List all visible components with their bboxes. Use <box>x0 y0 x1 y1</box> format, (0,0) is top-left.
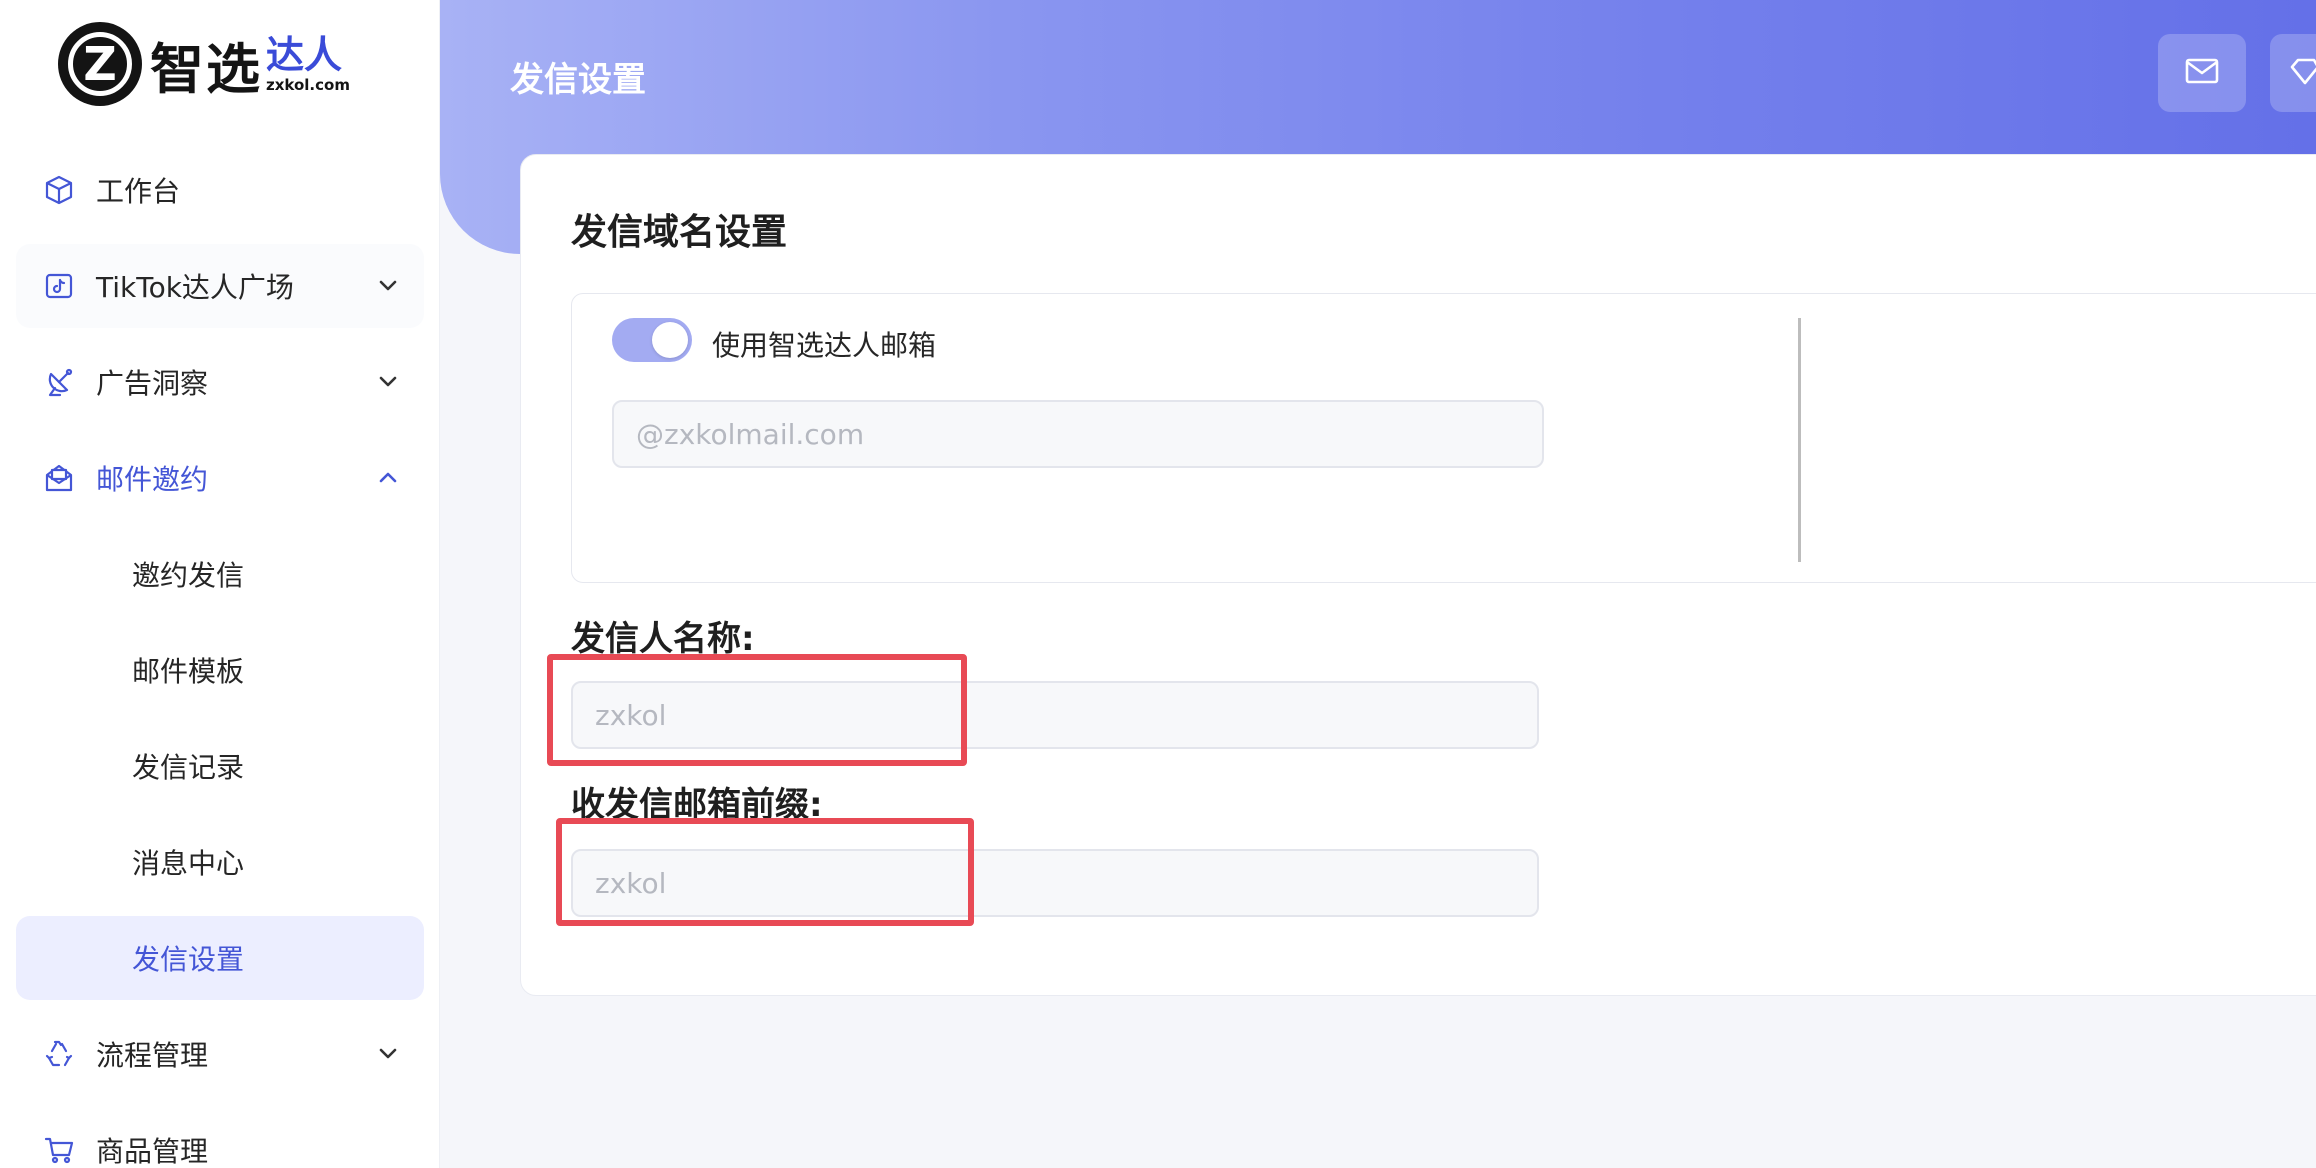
chevron-down-icon <box>374 1040 402 1068</box>
page-title: 发信设置 <box>510 60 646 100</box>
chevron-down-icon <box>374 368 402 396</box>
use-zxkol-mailbox-toggle[interactable] <box>612 318 692 362</box>
cart-icon <box>42 1133 76 1167</box>
vertical-divider <box>1798 318 1801 562</box>
mail-icon <box>2184 56 2220 90</box>
sidebar-item-label: 商品管理 <box>96 1135 209 1168</box>
sidebar-item-label: 发信记录 <box>132 751 245 784</box>
chevron-up-icon <box>374 464 402 492</box>
brand-name-part2: 达人 <box>266 32 343 77</box>
diamond-icon <box>2288 56 2316 90</box>
sidebar-subitem-invite-send[interactable]: 邀约发信 <box>16 532 424 616</box>
sidebar-item-label: 流程管理 <box>96 1039 209 1072</box>
diamond-button[interactable] <box>2270 34 2316 112</box>
highlight-box-prefix <box>556 818 974 926</box>
toggle-label: 使用智选达人邮箱 <box>712 329 937 362</box>
sidebar-item-label: 邮件邀约 <box>96 463 209 496</box>
sidebar-item-tiktok-plaza[interactable]: TikTok达人广场 <box>16 244 424 328</box>
sidebar-item-label: 工作台 <box>96 175 181 208</box>
sidebar-subitem-email-template[interactable]: 邮件模板 <box>16 628 424 712</box>
sidebar-item-label: 邀约发信 <box>132 559 245 592</box>
logo-mark-icon: Z <box>58 22 142 106</box>
section-title: 发信域名设置 <box>571 212 788 253</box>
brand-name-part1: 智选 <box>150 37 262 101</box>
brand-domain: zxkol.com <box>266 75 350 94</box>
sidebar-subitem-message-center[interactable]: 消息中心 <box>16 820 424 904</box>
recycle-icon <box>42 1037 76 1071</box>
sidebar-subitem-send-records[interactable]: 发信记录 <box>16 724 424 808</box>
sidebar-item-label: 消息中心 <box>132 847 245 880</box>
mail-button[interactable] <box>2158 34 2246 112</box>
tiktok-icon <box>42 269 76 303</box>
sidebar-item-product-management[interactable]: 商品管理 <box>16 1108 424 1168</box>
toggle-knob <box>652 322 688 358</box>
cube-icon <box>42 173 76 207</box>
domain-input[interactable]: @zxkolmail.com <box>612 400 1544 468</box>
sidebar-item-label: TikTok达人广场 <box>96 271 294 304</box>
sidebar-item-email-invite[interactable]: 邮件邀约 <box>16 436 424 520</box>
sidebar: Z 智选 达人 zxkol.com 工作台 TikTok达人广场 广告洞察 邮件… <box>0 0 440 1168</box>
sidebar-item-ad-insight[interactable]: 广告洞察 <box>16 340 424 424</box>
domain-placeholder: @zxkolmail.com <box>636 417 865 451</box>
sidebar-item-label: 邮件模板 <box>132 655 245 688</box>
sidebar-item-label: 广告洞察 <box>96 367 209 400</box>
sidebar-item-workflow[interactable]: 流程管理 <box>16 1012 424 1096</box>
highlight-box-sender <box>547 654 967 766</box>
brand-logo[interactable]: Z 智选 达人 zxkol.com <box>58 22 350 106</box>
domain-settings-box: 使用智选达人邮箱 @zxkolmail.com <box>571 293 2316 583</box>
sidebar-subitem-send-settings[interactable]: 发信设置 <box>16 916 424 1000</box>
satellite-icon <box>42 365 76 399</box>
mail-open-icon <box>42 461 76 495</box>
chevron-down-icon <box>374 272 402 300</box>
sender-name-label: 发信人名称: <box>571 619 755 659</box>
logo-mark-letter: Z <box>83 37 117 91</box>
sidebar-item-workbench[interactable]: 工作台 <box>16 148 424 232</box>
sidebar-item-label: 发信设置 <box>132 943 245 976</box>
